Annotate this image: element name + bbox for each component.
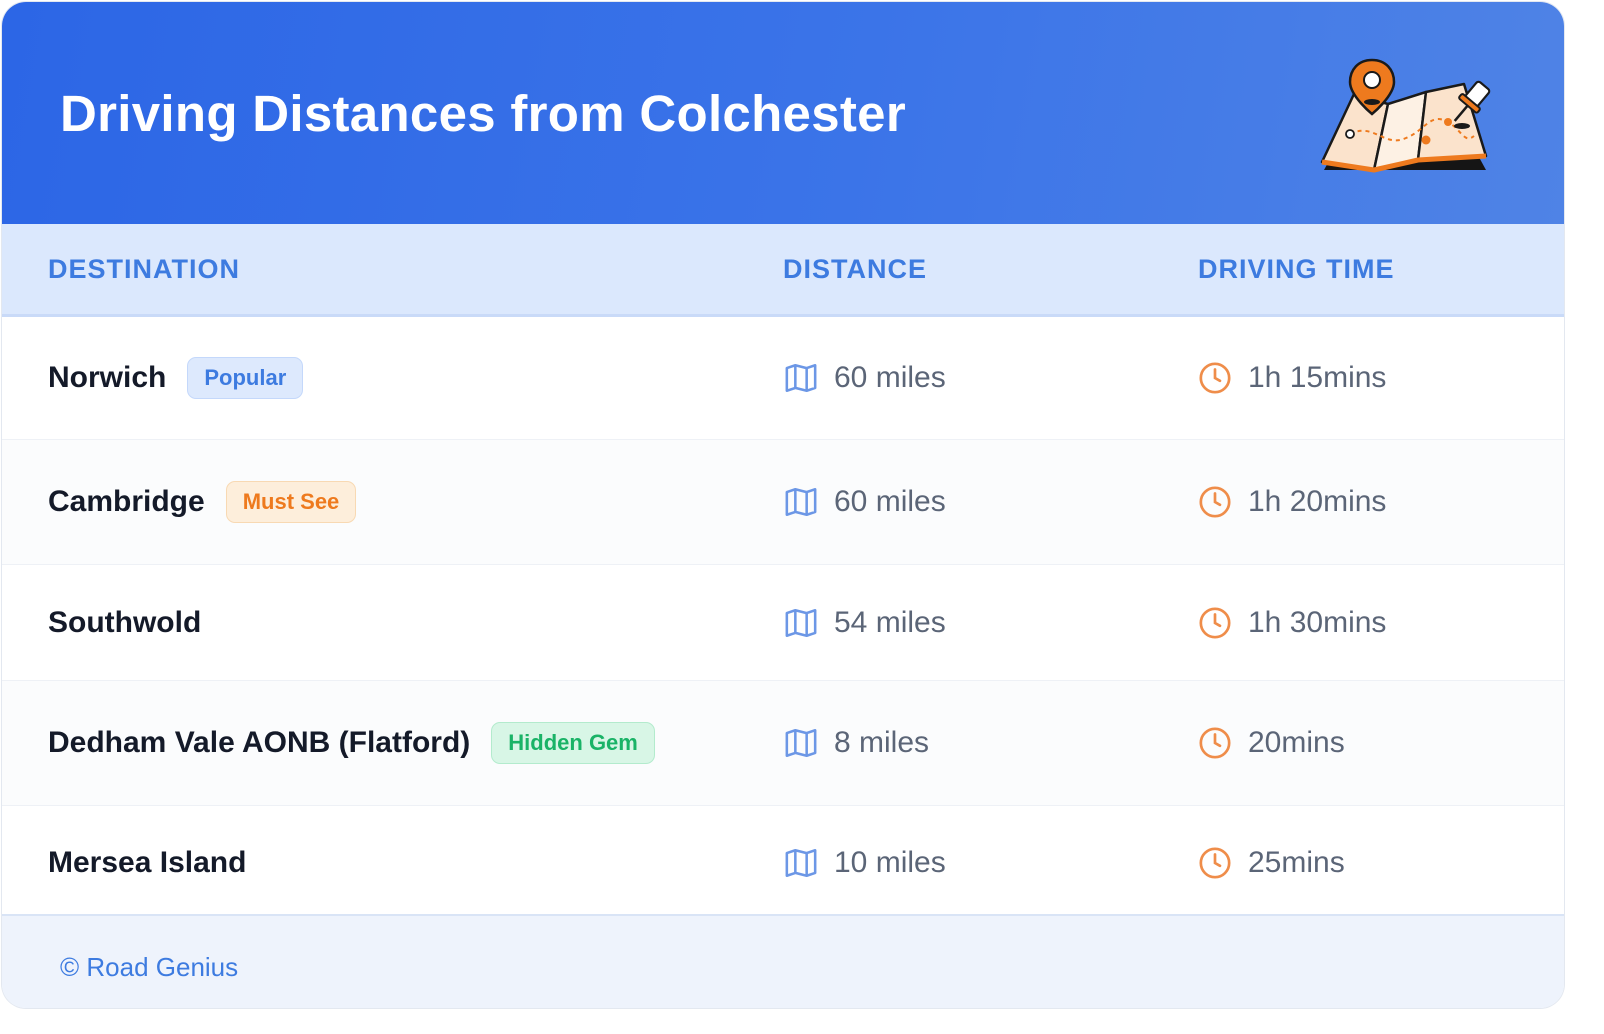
badge-hidden-gem: Hidden Gem (491, 722, 655, 764)
time-cell: 1h 30mins (1198, 565, 1386, 680)
time-cell: 1h 15mins (1198, 317, 1386, 439)
distance-value: 60 miles (834, 361, 946, 394)
table-header: DESTINATION DISTANCE DRIVING TIME (2, 224, 1564, 317)
destination-name: Southwold (48, 605, 202, 639)
clock-icon (1199, 847, 1231, 879)
time-value: 1h 15mins (1248, 361, 1387, 394)
card-footer: © Road Genius (2, 914, 1564, 1008)
destination-cell: Norwich Popular (48, 317, 304, 439)
destination-cell: Cambridge Must See (48, 440, 357, 564)
destination-name: Mersea Island (48, 846, 247, 879)
distance-cell: 60 miles (784, 317, 946, 439)
destination-cell: Southwold (48, 565, 201, 680)
map-icon (785, 728, 817, 758)
copyright-text: © Road Genius (60, 952, 239, 982)
distance-value: 54 miles (834, 605, 946, 639)
clock-icon (1199, 362, 1231, 394)
time-cell: 25mins (1198, 806, 1345, 920)
distance-value: 10 miles (834, 846, 946, 879)
page-title: Driving Distances from Colchester (60, 85, 906, 142)
destination-name: Cambridge (48, 485, 205, 518)
badge-must-see: Must See (225, 481, 357, 523)
destination-cell: Mersea Island (48, 806, 246, 920)
clock-icon (1199, 727, 1231, 759)
time-value: 20mins (1248, 726, 1345, 759)
table-row: Southwold 54 miles 1h 30mins (2, 565, 1564, 681)
distance-cell: 60 miles (784, 440, 946, 564)
distance-cell: 10 miles (784, 806, 946, 920)
distance-card: Driving Distances from Colchester DESTIN… (2, 2, 1564, 1008)
card-header: Driving Distances from Colchester (2, 2, 1564, 224)
map-icon (785, 487, 817, 517)
table-body: Norwich Popular 60 miles 1h 15mins Cambr… (2, 317, 1564, 920)
table-row: Cambridge Must See 60 miles 1h 20mins (2, 440, 1564, 565)
table-row: Mersea Island 10 miles 25mins (2, 806, 1564, 920)
time-cell: 20mins (1198, 681, 1345, 805)
clock-icon (1199, 606, 1231, 639)
time-value: 1h 30mins (1248, 605, 1387, 639)
column-header-distance: DISTANCE (783, 254, 928, 284)
time-value: 1h 20mins (1248, 485, 1387, 518)
map-icon (785, 848, 817, 878)
destination-name: Norwich (48, 361, 167, 394)
map-with-pins-icon (1320, 58, 1491, 173)
distance-value: 60 miles (834, 485, 946, 518)
destination-cell: Dedham Vale AONB (Flatford) Hidden Gem (48, 681, 655, 805)
distance-value: 8 miles (834, 726, 930, 759)
column-header-driving-time: DRIVING TIME (1198, 254, 1395, 284)
column-header-destination: DESTINATION (48, 254, 240, 284)
clock-icon (1199, 486, 1231, 518)
destination-name: Dedham Vale AONB (Flatford) (48, 726, 471, 759)
map-icon (785, 608, 817, 637)
distance-cell: 54 miles (784, 565, 946, 680)
time-value: 25mins (1248, 846, 1345, 879)
map-icon (785, 363, 817, 393)
badge-popular: Popular (187, 357, 304, 399)
table-row: Dedham Vale AONB (Flatford) Hidden Gem 8… (2, 681, 1564, 806)
distance-cell: 8 miles (784, 681, 929, 805)
table-row: Norwich Popular 60 miles 1h 15mins (2, 317, 1564, 440)
time-cell: 1h 20mins (1198, 440, 1386, 564)
